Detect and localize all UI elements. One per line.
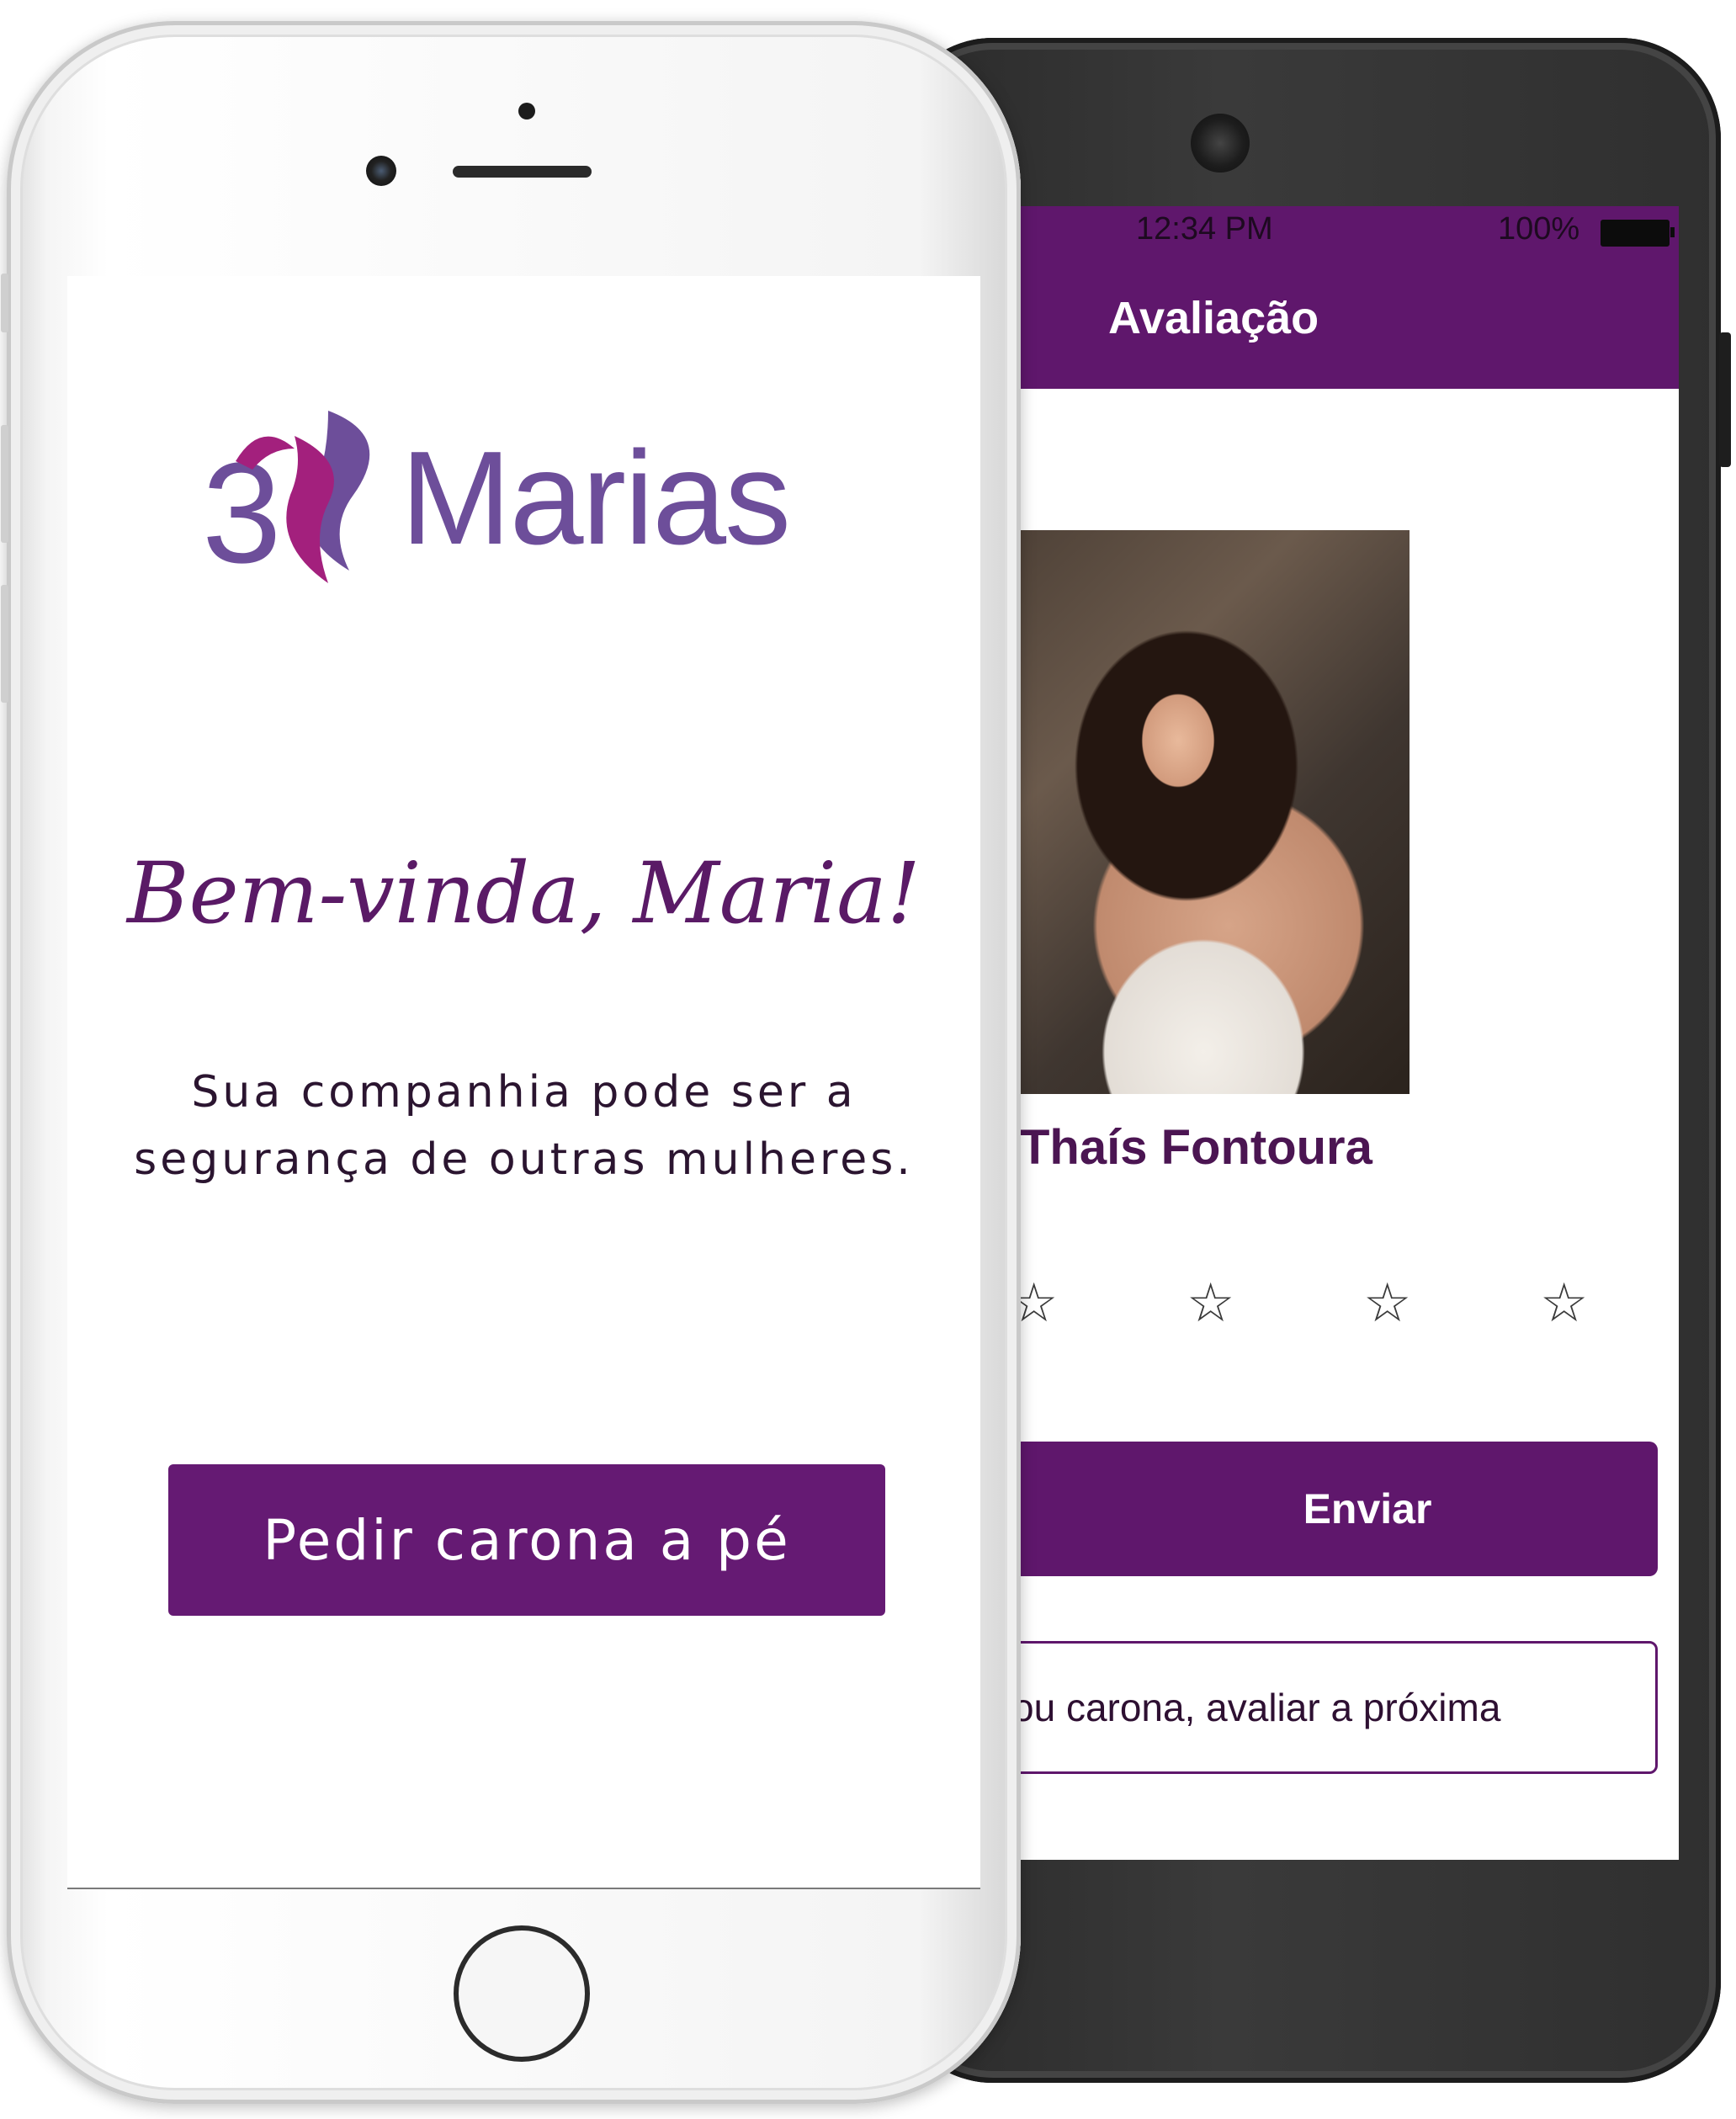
earpiece [453, 166, 592, 178]
logo: 3 Marias [202, 402, 858, 596]
welcome-subtitle: Sua companhia pode ser a segurança de ou… [67, 1059, 980, 1193]
star-icon[interactable]: ☆ [1363, 1277, 1411, 1330]
skip-rating-button[interactable]: ou carona, avaliar a próxima [1010, 1641, 1658, 1774]
profile-name: Thaís Fontoura [1020, 1120, 1372, 1175]
volume-down-button [1, 585, 8, 703]
send-button[interactable]: Enviar [1010, 1442, 1658, 1576]
home-button[interactable] [454, 1925, 590, 2062]
skip-rating-label: ou carona, avaliar a próxima [1012, 1686, 1501, 1729]
status-time: 12:34 PM [1136, 211, 1273, 247]
rating-screen: 12:34 PM 100% Avaliação Thaís Fontoura ☆… [1010, 206, 1679, 1860]
screen-title: Avaliação [1108, 293, 1319, 343]
welcome-screen: 3 Marias Bem-vinda, Maria! Sua companhia… [67, 276, 980, 1889]
volume-up-button [1, 425, 8, 543]
star-icon[interactable]: ☆ [1540, 1277, 1588, 1330]
logo-mark: 3 [202, 411, 370, 593]
app-bar: Avaliação [1010, 250, 1679, 389]
logo-text: Marias [401, 424, 791, 572]
battery-percent: 100% [1498, 211, 1580, 247]
subtitle-line: segurança de outras mulheres. [134, 1134, 914, 1185]
request-walk-button[interactable]: Pedir carona a pé [168, 1464, 885, 1616]
power-button [1719, 332, 1731, 467]
proximity-sensor [518, 103, 535, 119]
front-camera [366, 156, 396, 186]
iphone-frame: 3 Marias Bem-vinda, Maria! Sua companhia… [1, 21, 1021, 2104]
welcome-heading: Bem-vinda, Maria! [127, 844, 921, 943]
speaker-grille [1191, 114, 1250, 173]
subtitle-line: Sua companhia pode ser a [191, 1067, 857, 1118]
status-bar: 12:34 PM 100% [1010, 206, 1679, 250]
mute-switch [1, 274, 8, 332]
star-icon[interactable]: ☆ [1187, 1277, 1234, 1330]
battery-icon [1601, 220, 1675, 247]
profile-photo [1010, 530, 1410, 1094]
